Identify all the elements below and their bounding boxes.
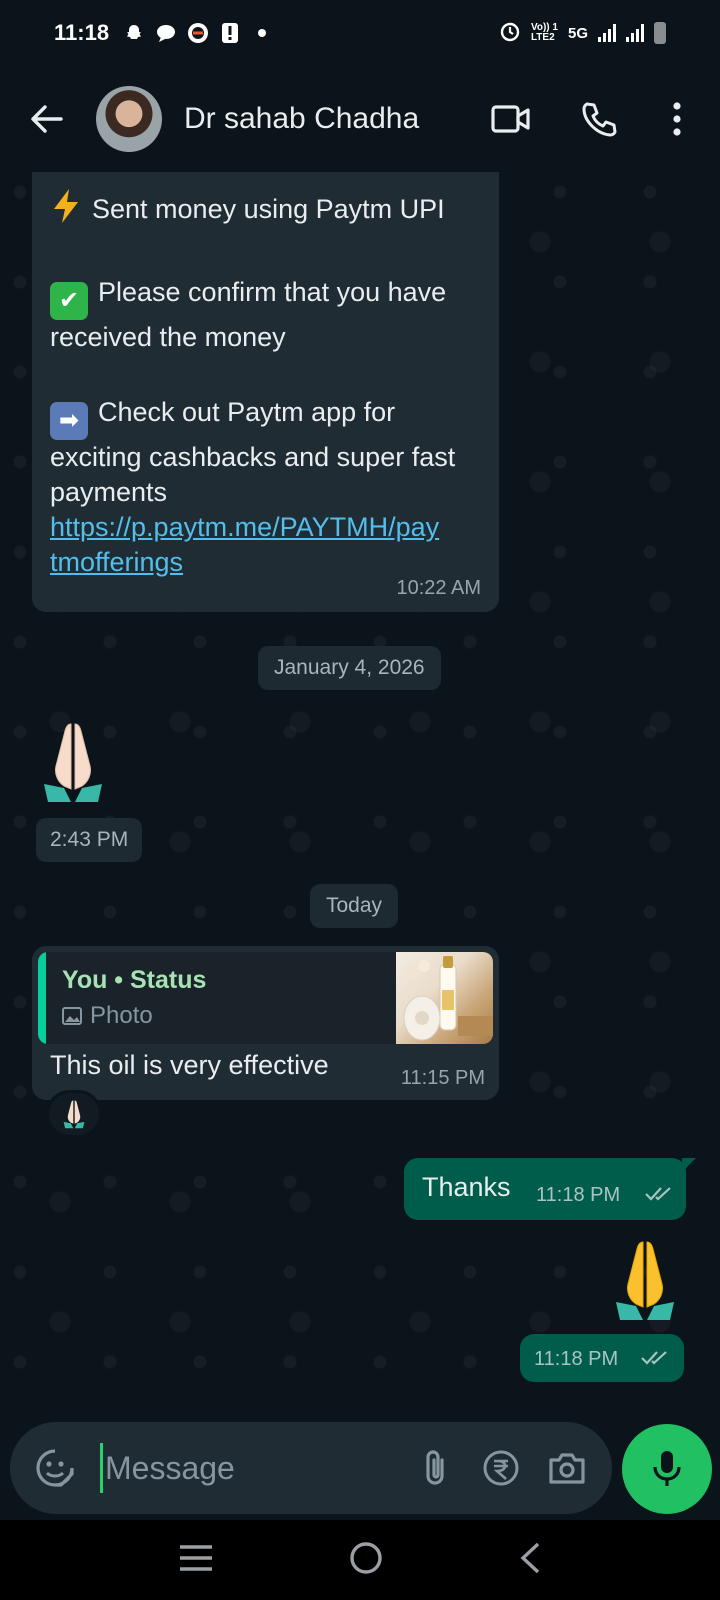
reaction-badge[interactable]	[46, 1090, 102, 1138]
chat-area[interactable]: Sent money using Paytm UPI ✔ Please confi…	[0, 172, 720, 1422]
thanks-message-bubble[interactable]: Thanks 11:18 PM	[404, 1158, 696, 1220]
voice-call-button[interactable]	[574, 94, 624, 144]
thanks-text: Thanks	[422, 1172, 511, 1202]
check-mark-icon: ✔	[50, 282, 88, 320]
payment-button[interactable]	[478, 1445, 524, 1491]
message-time: 11:18 PM	[534, 1348, 619, 1370]
more-options-icon	[673, 102, 681, 136]
message-input[interactable]: Message	[100, 1443, 392, 1493]
praying-hands-emoji[interactable]	[40, 720, 106, 809]
chat-bubble-icon	[155, 22, 177, 44]
paperclip-icon	[426, 1450, 444, 1485]
paytm-line-3: ➡ Check out Paytm app for exciting cashba…	[50, 397, 456, 507]
emoji-time-chip: 2:43 PM	[36, 818, 143, 862]
microphone-icon	[653, 1451, 681, 1486]
lightning-icon	[50, 188, 88, 233]
date-divider-today: Today	[310, 884, 399, 928]
contact-name[interactable]: Dr sahab Chadha	[184, 102, 486, 136]
message-time: 11:18 PM	[536, 1184, 621, 1206]
date-divider: January 4, 2026	[258, 646, 441, 690]
bubble-tail	[682, 1158, 696, 1172]
back-chevron-icon	[520, 1542, 540, 1573]
back-arrow-icon	[31, 105, 63, 133]
reply-message-bubble[interactable]: You • Status Photo This oil is very effe…	[32, 946, 499, 1100]
contact-avatar[interactable]	[96, 86, 162, 152]
paytm-link[interactable]: https://p.paytm.me/PAYTMH/paytmofferings	[50, 510, 440, 580]
paytm-line-2: ✔ Please confirm that you have received t…	[50, 277, 447, 352]
signal-strength-2-icon	[626, 24, 644, 42]
voice-call-icon	[582, 102, 617, 137]
volte-indicator: Vo)) 1 LTE2	[530, 22, 558, 43]
praying-hands-reaction-icon	[63, 1100, 85, 1129]
camera-icon	[549, 1453, 585, 1484]
voice-message-button[interactable]	[622, 1424, 712, 1514]
status-time: 11:18	[54, 20, 110, 45]
status-bar: 11:18 Vo)) 1 LTE2 5G	[0, 0, 720, 66]
reply-text: This oil is very effective	[50, 1050, 329, 1080]
emoji-sticker-button[interactable]	[32, 1445, 78, 1491]
system-navigation-bar	[0, 1520, 720, 1600]
video-call-button[interactable]	[486, 94, 536, 144]
photo-icon	[62, 1007, 82, 1025]
message-input-bar: Message	[10, 1422, 612, 1514]
double-check-icon	[641, 1351, 667, 1365]
menu-icon	[179, 1544, 212, 1571]
back-button[interactable]	[22, 94, 72, 144]
more-options-button[interactable]	[662, 94, 692, 144]
alarm-icon	[499, 20, 521, 46]
quote-type: Photo	[62, 1002, 153, 1030]
home-button[interactable]	[349, 1541, 383, 1580]
alert-icon	[219, 22, 241, 44]
quote-accent-bar	[38, 952, 46, 1044]
recents-button[interactable]	[178, 1543, 214, 1578]
message-time: 10:22 AM	[396, 577, 481, 599]
snapchat-icon	[123, 22, 145, 44]
system-status: Vo)) 1 LTE2 5G	[499, 20, 666, 46]
attach-button[interactable]	[412, 1445, 458, 1491]
home-circle-icon	[350, 1541, 382, 1574]
double-check-icon	[645, 1187, 671, 1201]
chat-header: Dr sahab Chadha	[0, 66, 720, 172]
dot-icon	[251, 22, 273, 44]
quoted-status[interactable]: You • Status Photo	[38, 952, 493, 1044]
system-back-button[interactable]	[518, 1541, 542, 1580]
quote-author: You • Status	[62, 966, 207, 994]
emoji-time-bubble: 11:18 PM	[520, 1334, 684, 1382]
signal-strength-icon	[598, 24, 616, 42]
battery-icon	[654, 22, 666, 44]
right-arrow-icon: ➡	[50, 402, 88, 440]
paytm-line-1: Sent money using Paytm UPI	[50, 188, 481, 233]
notification-icons	[123, 22, 273, 44]
sticker-icon	[36, 1449, 74, 1487]
paytm-message-bubble[interactable]: Sent money using Paytm UPI ✔ Please confi…	[32, 172, 499, 612]
message-time: 11:15 PM	[400, 1067, 485, 1089]
camera-button[interactable]	[544, 1445, 590, 1491]
paytm-notification-icon	[187, 22, 209, 44]
rupee-icon	[483, 1450, 519, 1486]
network-type: 5G	[567, 24, 588, 42]
praying-hands-emoji-sent[interactable]	[612, 1238, 678, 1327]
video-call-icon	[491, 105, 530, 133]
status-thumbnail	[396, 952, 493, 1044]
